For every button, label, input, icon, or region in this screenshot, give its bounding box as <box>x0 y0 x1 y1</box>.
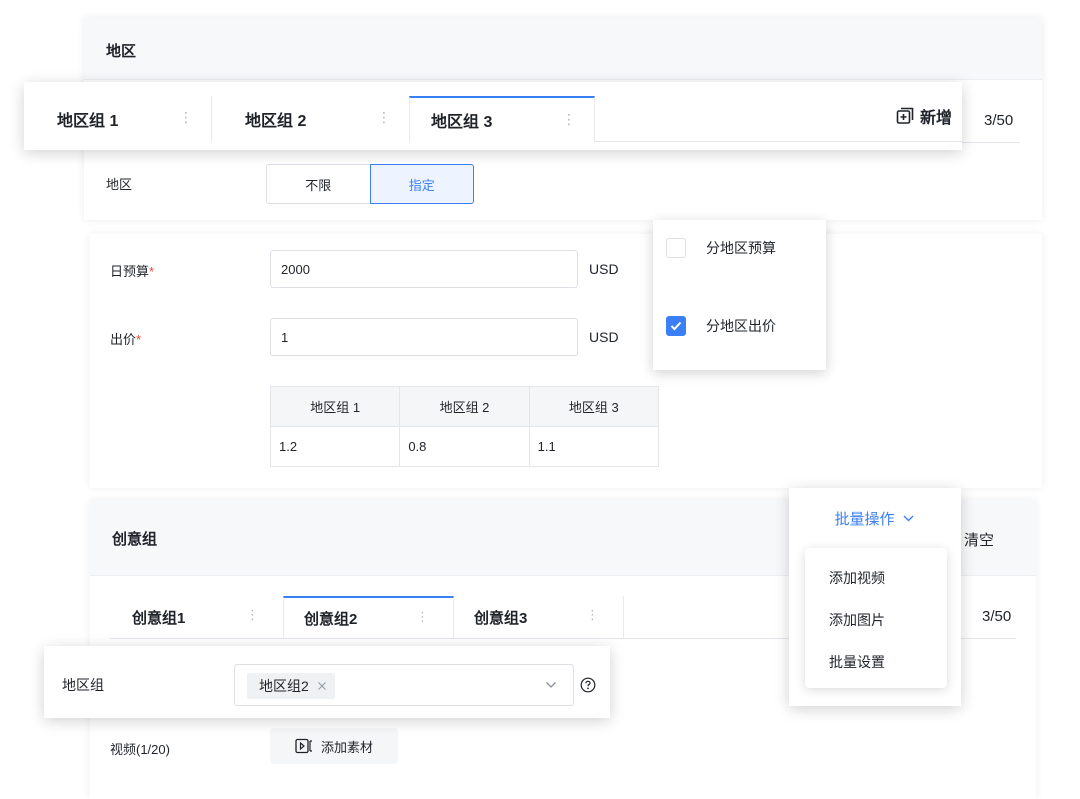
batch-operations-button[interactable]: 批量操作 <box>803 498 945 538</box>
option-region-bid[interactable]: 分地区出价 <box>666 316 776 336</box>
creative-group-count: 3/50 <box>982 608 1012 625</box>
bid-label: 出价* <box>110 329 141 348</box>
close-icon[interactable] <box>317 681 327 691</box>
daily-budget-text: 日预算 <box>110 264 150 279</box>
option-label: 分地区预算 <box>706 240 776 256</box>
bid-currency: USD <box>589 329 619 345</box>
tag-label: 地区组2 <box>259 678 309 694</box>
checkbox[interactable] <box>666 238 686 258</box>
tab-label: 地区组 2 <box>245 113 307 130</box>
tab-creative-group-2[interactable]: 创意组2 ⋮ <box>283 596 454 638</box>
region-group-tabs: 地区组 1 ⋮ 地区组 2 ⋮ 地区组 3 ⋮ 新增 <box>24 82 962 150</box>
help-icon[interactable] <box>580 677 596 693</box>
clear-button[interactable]: 清空 <box>964 529 994 550</box>
selected-tag: 地区组2 <box>247 673 335 699</box>
region-mode-specified-button[interactable]: 指定 <box>369 164 474 204</box>
region-card-title: 地区 <box>106 43 137 60</box>
more-icon[interactable]: ⋮ <box>179 109 193 126</box>
table-header: 地区组 3 <box>528 386 660 427</box>
add-label: 新增 <box>919 110 952 127</box>
region-mode-unlimited-button[interactable]: 不限 <box>266 164 370 204</box>
region-group-count: 3/50 <box>984 112 1014 129</box>
region-mode-segmented: 不限 指定 <box>266 164 474 204</box>
required-mark: * <box>149 264 155 279</box>
bid-input[interactable]: 1 <box>270 318 578 356</box>
table-cell[interactable]: 0.8 <box>399 426 530 467</box>
batch-button-label: 批量操作 <box>834 510 895 528</box>
menu-item-batch-settings[interactable]: 批量设置 <box>829 652 885 672</box>
batch-operations-popup: 批量操作 添加视频 添加图片 批量设置 <box>789 488 961 706</box>
table-header: 地区组 2 <box>399 386 530 427</box>
add-material-button[interactable]: 添加素材 <box>270 728 398 764</box>
more-icon[interactable]: ⋮ <box>416 609 429 625</box>
tab-region-group-3[interactable]: 地区组 3 ⋮ <box>409 96 595 142</box>
daily-budget-label: 日预算* <box>110 261 154 280</box>
checkbox-checked[interactable] <box>666 316 686 336</box>
table-cell[interactable]: 1.1 <box>528 426 660 467</box>
more-icon[interactable]: ⋮ <box>377 109 391 126</box>
required-mark: * <box>136 332 142 347</box>
tab-creative-group-3[interactable]: 创意组3 ⋮ <box>454 596 624 638</box>
chevron-down-icon <box>546 682 556 688</box>
more-icon[interactable]: ⋮ <box>586 607 599 623</box>
region-options-popup: 分地区预算 分地区出价 <box>653 220 826 370</box>
tab-baseline <box>595 141 962 142</box>
daily-budget-input[interactable]: 2000 <box>270 250 578 288</box>
table-cell[interactable]: 1.2 <box>269 426 401 467</box>
daily-budget-currency: USD <box>589 261 619 277</box>
add-material-label: 添加素材 <box>320 739 373 755</box>
region-card-header: 地区 <box>84 18 1042 80</box>
tab-region-group-2[interactable]: 地区组 2 ⋮ <box>212 96 410 142</box>
add-region-group-button[interactable]: 新增 <box>896 104 952 128</box>
menu-item-add-video[interactable]: 添加视频 <box>829 568 885 588</box>
video-label: 视频(1/20) <box>110 742 170 757</box>
region-group-label: 地区组 <box>62 677 104 693</box>
menu-item-add-image[interactable]: 添加图片 <box>829 610 885 630</box>
tab-label: 创意组3 <box>474 609 528 627</box>
more-icon[interactable]: ⋮ <box>562 111 576 128</box>
creative-card-title: 创意组 <box>112 531 158 548</box>
option-region-budget[interactable]: 分地区预算 <box>666 238 776 258</box>
tab-label: 创意组2 <box>304 610 358 628</box>
option-label: 分地区出价 <box>706 318 776 334</box>
tab-creative-group-1[interactable]: 创意组1 ⋮ <box>110 596 284 638</box>
chevron-down-icon <box>903 515 913 521</box>
tab-label: 地区组 1 <box>57 113 119 130</box>
tab-label: 创意组1 <box>132 609 186 627</box>
tab-region-group-1[interactable]: 地区组 1 ⋮ <box>24 96 212 142</box>
region-group-selector-popup: 地区组 地区组2 <box>44 646 610 718</box>
more-icon[interactable]: ⋮ <box>246 607 259 623</box>
region-group-select[interactable]: 地区组2 <box>234 664 574 706</box>
region-field-label: 地区 <box>106 177 133 192</box>
add-square-icon <box>896 107 914 124</box>
video-add-icon <box>295 738 312 754</box>
batch-operations-menu: 添加视频 添加图片 批量设置 <box>805 548 947 688</box>
region-bid-table: 地区组 1 地区组 2 地区组 3 1.2 0.8 1.1 <box>269 386 660 467</box>
table-header: 地区组 1 <box>269 386 401 427</box>
bid-text: 出价 <box>110 332 137 347</box>
tab-label: 地区组 3 <box>431 114 493 131</box>
check-icon <box>670 321 682 331</box>
